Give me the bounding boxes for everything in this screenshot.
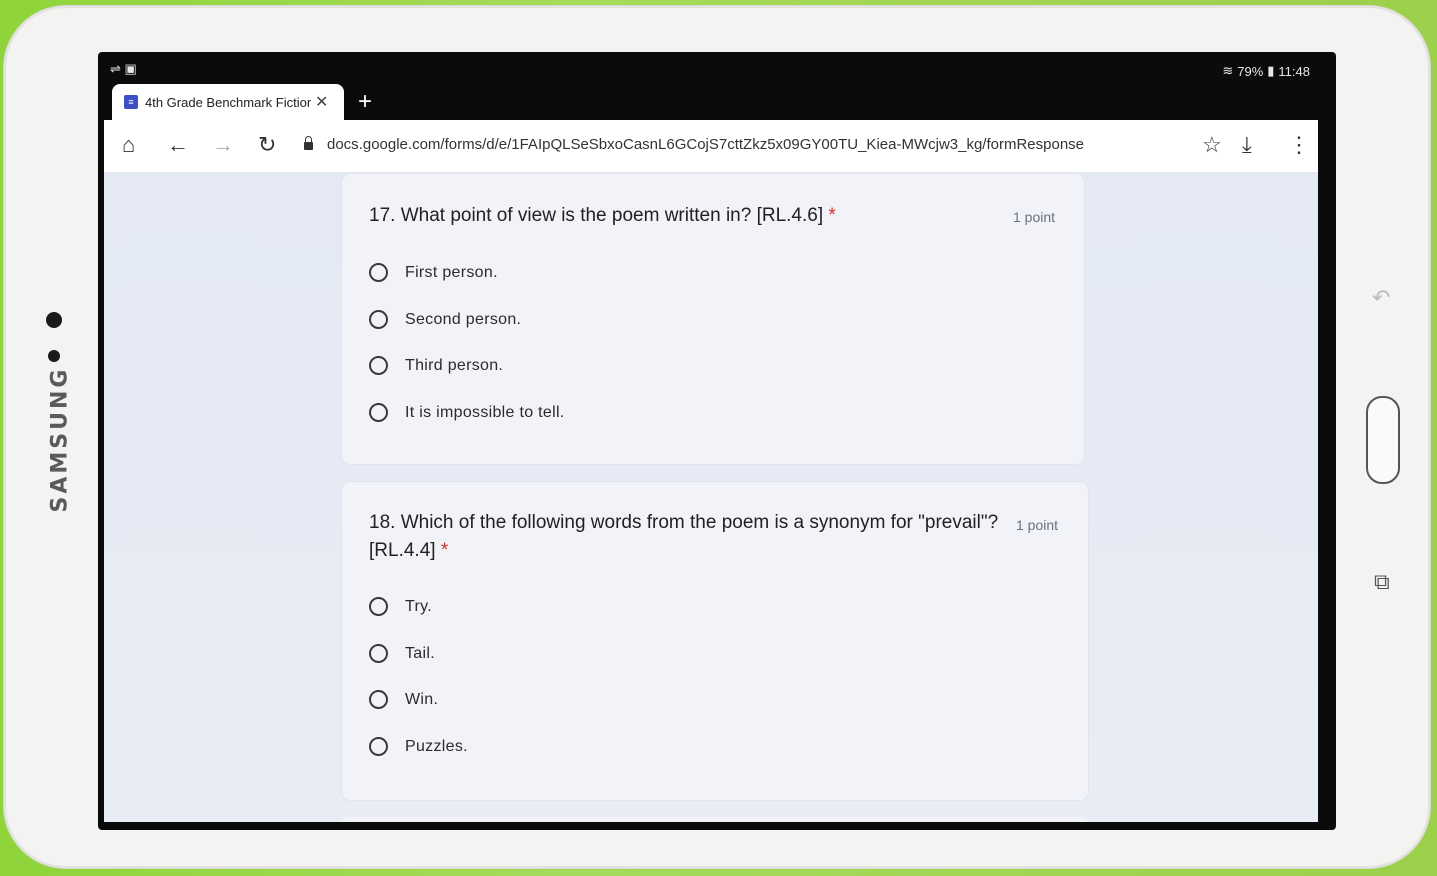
lock-icon	[304, 135, 313, 150]
back-arrow-icon[interactable]: ←	[167, 133, 189, 157]
notification-icons: ⇌ ▣	[110, 61, 137, 76]
option-label: Puzzles.	[405, 737, 468, 755]
download-icon[interactable]: ⤓	[1242, 133, 1252, 157]
battery-percent: 79%	[1237, 63, 1264, 79]
tablet-frame: SAMSUNG ↶ ⧉ ⇌ ▣ ≋ 79% ▮ 11:48 ≡ 4th Grad…	[4, 6, 1430, 868]
radio-option[interactable]: Third person.	[369, 356, 503, 375]
points-label: 1 point	[1016, 517, 1059, 533]
radio-button[interactable]	[369, 690, 388, 709]
question-standard: [RL.4.4]	[369, 540, 436, 561]
radio-button[interactable]	[369, 597, 388, 616]
form-page: 17. What point of view is the poem writt…	[104, 172, 1318, 822]
screen: ⇌ ▣ ≋ 79% ▮ 11:48 ≡ 4th Grade Benchmark …	[98, 52, 1336, 830]
battery-icon: ▮	[1267, 63, 1275, 78]
radio-button[interactable]	[369, 403, 388, 422]
option-label: Third person.	[405, 356, 504, 374]
radio-option[interactable]: It is impossible to tell.	[369, 403, 565, 422]
forward-arrow-icon[interactable]: →	[212, 133, 234, 157]
front-camera	[46, 312, 62, 328]
tab-strip: ≡ 4th Grade Benchmark Fiction ✕ +	[98, 84, 1336, 120]
option-label: Tail.	[405, 644, 435, 662]
points-label: 1 point	[1013, 209, 1056, 225]
new-tab-icon[interactable]: +	[358, 88, 372, 116]
bookmark-star-icon[interactable]: ☆	[1202, 133, 1222, 157]
close-tab-icon[interactable]: ✕	[315, 92, 328, 112]
url-text: docs.google.com/forms/d/e/1FAIpQLSeSbxoC…	[327, 136, 1085, 153]
option-label: Win.	[405, 690, 439, 708]
home-icon[interactable]: ⌂	[122, 133, 135, 157]
recent-apps-icon[interactable]: ⧉	[1374, 569, 1392, 595]
radio-button[interactable]	[369, 644, 388, 663]
option-label: First person.	[405, 263, 498, 281]
reload-icon[interactable]: ↻	[258, 133, 276, 157]
radio-option[interactable]: Win.	[369, 690, 438, 709]
menu-dots-icon[interactable]: ⋮	[1288, 133, 1310, 157]
status-right: ≋ 79% ▮ 11:48	[1222, 63, 1310, 79]
option-label: It is impossible to tell.	[405, 403, 565, 421]
sensor	[48, 350, 60, 362]
forms-favicon-icon: ≡	[124, 95, 138, 109]
brand-area: SAMSUNG	[34, 367, 84, 513]
question-text: 18. Which of the following words from th…	[369, 512, 999, 533]
status-bar: ⇌ ▣ ≋ 79% ▮ 11:48	[98, 52, 1336, 82]
radio-option[interactable]: Try.	[369, 597, 432, 616]
wifi-icon: ≋	[1222, 63, 1234, 78]
browser-tab[interactable]: ≡ 4th Grade Benchmark Fiction ✕	[112, 84, 344, 120]
radio-button[interactable]	[369, 737, 388, 756]
back-key-icon[interactable]: ↶	[1372, 285, 1390, 311]
home-hardware-button[interactable]	[1366, 396, 1400, 484]
question-card-18: 18. Which of the following words from th…	[342, 482, 1088, 800]
question-card-17: 17. What point of view is the poem writt…	[342, 174, 1084, 464]
radio-option[interactable]: Tail.	[369, 644, 435, 663]
clock: 11:48	[1278, 63, 1310, 79]
question-title: 17. What point of view is the poem writt…	[369, 202, 836, 230]
radio-option[interactable]: Puzzles.	[369, 737, 468, 756]
required-mark: *	[828, 205, 836, 226]
option-label: Second person.	[405, 310, 522, 328]
radio-button[interactable]	[369, 263, 388, 282]
radio-option[interactable]: First person.	[369, 263, 498, 282]
question-text: 17. What point of view is the poem writt…	[369, 205, 824, 226]
radio-option[interactable]: Second person.	[369, 310, 521, 329]
browser-toolbar: ⌂ ← → ↻ docs.google.com/forms/d/e/1FAIpQ…	[104, 120, 1318, 172]
radio-button[interactable]	[369, 356, 388, 375]
radio-button[interactable]	[369, 310, 388, 329]
required-mark: *	[440, 540, 449, 561]
brand-logo: SAMSUNG	[47, 366, 73, 513]
question-title: 18. Which of the following words from th…	[369, 509, 998, 565]
tab-title: 4th Grade Benchmark Fiction	[145, 94, 311, 110]
address-bar[interactable]: docs.google.com/forms/d/e/1FAIpQLSeSbxoC…	[304, 135, 1085, 153]
option-label: Try.	[405, 597, 432, 615]
next-question-card	[342, 817, 1088, 822]
